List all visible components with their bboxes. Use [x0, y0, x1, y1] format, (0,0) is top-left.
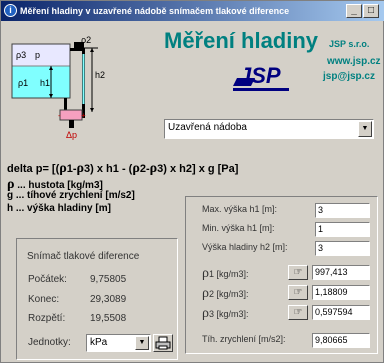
brand-title: Měření hladiny [164, 28, 319, 53]
label-minus: - [58, 111, 61, 120]
hand-pointer-icon: ☞ [293, 307, 303, 318]
brand-web: www.jsp.cz [327, 56, 381, 67]
label-plus: + [81, 111, 86, 120]
rho1-label: ρ1 [kg/m3]: [202, 266, 249, 281]
title-bar[interactable]: i Měření hladiny v uzavřené nádobě sníma… [1, 1, 384, 21]
start-label: Počátek: [28, 274, 67, 285]
min-h1-input[interactable]: 1 [315, 222, 370, 237]
span-label: Rozpětí: [28, 313, 66, 324]
chevron-down-icon[interactable]: ▼ [135, 336, 149, 350]
vessel-type-value: Uzavřená nádoba [168, 122, 247, 133]
h2-label: Výška hladiny h2 [m]: [202, 242, 288, 252]
chevron-down-icon[interactable]: ▼ [358, 121, 372, 137]
main-window: i Měření hladiny v uzavřené nádobě sníma… [0, 0, 384, 363]
label-p: p [35, 50, 40, 60]
vessel-type-select[interactable]: Uzavřená nádoba ▼ [164, 119, 374, 139]
app-icon[interactable]: i [4, 4, 17, 17]
dp-transmitter [59, 109, 83, 121]
units-select[interactable]: kPa ▼ [86, 334, 151, 352]
formula: delta p= [(ρ1-ρ3) x h1 - (ρ2-ρ3) x h2] x… [7, 161, 239, 176]
end-value: 29,3089 [90, 294, 127, 305]
print-button[interactable] [153, 334, 173, 352]
legend-gravity: g ... tíhové zrychlení [m/s2] [7, 190, 135, 201]
h2-input[interactable]: 3 [315, 241, 370, 256]
window-title: Měření hladiny v uzavřené nádobě snímače… [20, 6, 290, 16]
label-h2: h2 [95, 70, 105, 80]
max-h1-label: Max. výška h1 [m]: [202, 204, 278, 214]
rho3-input[interactable]: 0,597594 [312, 305, 370, 320]
logo-text: JSP [239, 63, 281, 88]
maximize-icon[interactable]: □ [363, 4, 379, 18]
start-value: 9,75805 [90, 274, 127, 285]
rho2-pick-button[interactable]: ☞ [288, 285, 308, 300]
units-value: kPa [90, 337, 108, 348]
printer-icon [155, 336, 171, 350]
hand-pointer-icon: ☞ [293, 287, 303, 298]
units-label: Jednotky: [28, 337, 71, 348]
legend-height: h ... výška hladiny [m] [7, 203, 111, 214]
label-rho2: ρ2 [81, 35, 91, 45]
sensor-title: Snímač tlakové diference [27, 251, 140, 262]
rho3-label: ρ3 [kg/m3]: [202, 306, 249, 321]
gravity-input[interactable]: 9,80665 [312, 333, 370, 348]
end-label: Konec: [28, 294, 60, 305]
hand-pointer-icon: ☞ [293, 267, 303, 278]
max-h1-input[interactable]: 3 [315, 203, 370, 218]
rho1-input[interactable]: 997,413 [312, 265, 370, 280]
rho3-pick-button[interactable]: ☞ [288, 305, 308, 320]
brand-company: JSP s.r.o. [329, 39, 370, 49]
label-rho3: ρ3 [16, 50, 26, 60]
label-delta-p: Δp [66, 130, 77, 140]
rho1-pick-button[interactable]: ☞ [288, 265, 308, 280]
jsp-logo: JSP [233, 63, 289, 91]
label-h1: h1 [40, 78, 50, 88]
rho2-input[interactable]: 1,18809 [312, 285, 370, 300]
vessel-diagram: ρ3 p ρ1 ρ2 h1 h2 - + Δp [8, 26, 151, 148]
rho2-label: ρ2 [kg/m3]: [202, 286, 249, 301]
brand-email: jsp@jsp.cz [323, 71, 375, 82]
span-value: 19,5508 [90, 313, 127, 324]
gravity-label: Tíh. zrychlení [m/s2]: [202, 334, 286, 344]
minimize-icon[interactable]: _ [346, 4, 362, 18]
label-rho1: ρ1 [18, 78, 28, 88]
min-h1-label: Min. výška h1 [m]: [202, 223, 275, 233]
